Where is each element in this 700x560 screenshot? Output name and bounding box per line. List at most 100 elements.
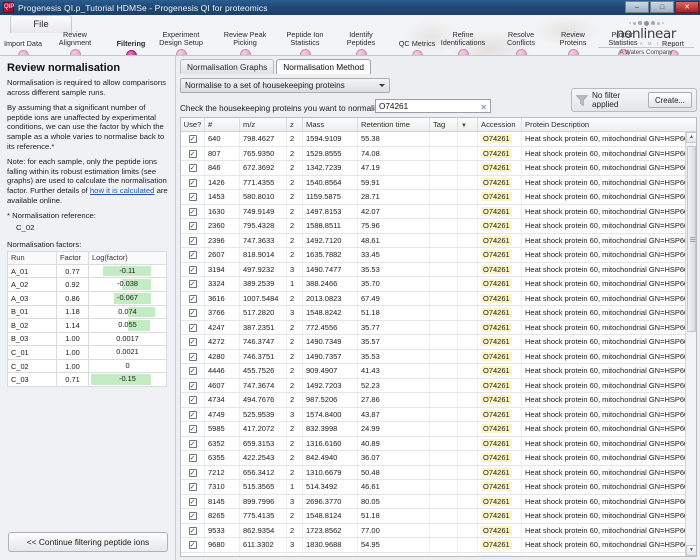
table-row[interactable]: ✓ 3324 389.2539 1 388.2466 35.70 O74261 Heat sh…: [181, 277, 696, 292]
table-row[interactable]: ✓ 8145 899.7996 3 2696.3770 80.05 O74261 Heat s…: [181, 494, 696, 509]
use-checkbox[interactable]: ✓: [181, 538, 205, 552]
checkbox-icon[interactable]: ✓: [188, 236, 197, 245]
table-row[interactable]: ✓ 8265 775.4135 2 1548.8124 51.18 O74261 Heat s…: [181, 509, 696, 524]
factors-row[interactable]: A_02 0.92 -0.038: [7, 277, 167, 292]
checkbox-icon[interactable]: ✓: [188, 251, 197, 259]
checkbox-icon[interactable]: ✓: [188, 280, 197, 288]
checkbox-icon[interactable]: ✓: [188, 338, 197, 346]
table-row[interactable]: ✓ 9850530.629131588.865575.96 O74261 Heat s…: [181, 552, 696, 556]
table-row[interactable]: ✓ 6352 659.3153 2 1316.6160 40.89 O74261 Heat s…: [181, 436, 696, 451]
table-row[interactable]: ✓ 3616 1007.5484 2 2013.0823 67.49 O74261 Heat …: [181, 291, 696, 306]
use-checkbox[interactable]: ✓: [181, 233, 205, 247]
checkbox-icon[interactable]: ✓: [188, 352, 197, 361]
checkbox-icon[interactable]: ✓: [188, 222, 197, 230]
table-row[interactable]: ✓ 7310 515.3565 1 514.3492 46.61 O74261 Heat sh…: [181, 480, 696, 495]
use-checkbox[interactable]: ✓: [181, 523, 205, 537]
table-row[interactable]: ✓ 807 765.9350 2 1529.8555 74.08 O74261 Heat sh…: [181, 146, 696, 161]
checkbox-icon[interactable]: ✓: [188, 323, 197, 332]
continue-filtering-button[interactable]: << Continue filtering peptide ions: [8, 532, 168, 552]
column-header-tag-menu[interactable]: ▼: [458, 118, 478, 131]
use-checkbox[interactable]: ✓: [181, 277, 205, 291]
table-row[interactable]: ✓ 1630 749.9149 2 1497.8153 42.07 O74261 Heat s…: [181, 204, 696, 219]
checkbox-icon[interactable]: ✓: [188, 193, 197, 201]
use-checkbox[interactable]: ✓: [181, 146, 205, 160]
use-checkbox[interactable]: ✓: [181, 132, 205, 146]
use-checkbox[interactable]: ✓: [181, 436, 205, 450]
table-row[interactable]: ✓ 1426 771.4355 2 1540.8564 59.91 O74261 Heat s…: [181, 175, 696, 190]
workflow-step-dot-icon[interactable]: [299, 49, 311, 55]
table-row[interactable]: ✓ 2396 747.3633 2 1492.7120 48.61 O74261 Heat s…: [181, 233, 696, 248]
table-row[interactable]: ✓ 5985 417.2072 2 832.3998 24.99 O74261 Heat sh…: [181, 422, 696, 437]
table-row[interactable]: ✓ 846 672.3692 2 1342.7239 47.19 O74261 Heat sh…: [181, 161, 696, 176]
checkbox-icon[interactable]: ✓: [188, 164, 197, 172]
checkbox-icon[interactable]: ✓: [188, 425, 197, 433]
table-row[interactable]: ✓ 3194 497.9232 3 1490.7477 35.53 O74261 Heat s…: [181, 262, 696, 277]
table-row[interactable]: ✓ 6355 422.2543 2 842.4940 36.07 O74261 Heat sh…: [181, 451, 696, 466]
checkbox-icon[interactable]: ✓: [188, 149, 197, 158]
minimize-button[interactable]: –: [625, 1, 649, 13]
use-checkbox[interactable]: ✓: [181, 378, 205, 392]
factors-row[interactable]: B_01 1.18 0.074: [7, 304, 167, 320]
create-filter-button[interactable]: Create...: [648, 92, 692, 108]
column-header-retention-time[interactable]: Retention time: [358, 118, 430, 131]
checkbox-icon[interactable]: ✓: [188, 468, 197, 477]
scrollbar-thumb[interactable]: [687, 146, 696, 332]
checkbox-icon[interactable]: ✓: [188, 439, 197, 448]
table-row[interactable]: ✓ 4280 746.3751 2 1490.7357 35.53 O74261 Heat s…: [181, 349, 696, 364]
checkbox-icon[interactable]: ✓: [188, 178, 197, 187]
use-checkbox[interactable]: ✓: [181, 219, 205, 233]
table-row[interactable]: ✓ 4749 525.9539 3 1574.8400 43.87 O74261 Heat s…: [181, 407, 696, 422]
use-checkbox[interactable]: ✓: [181, 451, 205, 465]
tab-normalisation-graphs[interactable]: Normalisation Graphs: [180, 59, 275, 74]
workflow-step-dot-icon[interactable]: [567, 49, 579, 55]
use-checkbox[interactable]: ✓: [181, 335, 205, 349]
workflow-step-dot-icon[interactable]: [457, 49, 469, 55]
workflow-step-refine-identifications[interactable]: Refine Identifications: [430, 30, 496, 55]
checkbox-icon[interactable]: ✓: [188, 497, 197, 506]
use-checkbox[interactable]: ✓: [181, 306, 205, 320]
factors-row[interactable]: C_01 1.00 0.0021: [7, 345, 167, 360]
use-checkbox[interactable]: ✓: [181, 509, 205, 523]
table-row[interactable]: ✓ 4272 746.3747 2 1490.7349 35.57 O74261 Heat s…: [181, 335, 696, 350]
scroll-up-icon[interactable]: ▲: [686, 132, 696, 143]
column-header-[interactable]: #: [205, 118, 240, 131]
table-row[interactable]: ✓ 1453 580.8010 2 1159.5875 28.71 O74261 Heat s…: [181, 190, 696, 205]
checkbox-icon[interactable]: ✓: [188, 309, 197, 317]
workflow-step-dot-icon[interactable]: [175, 49, 187, 55]
how-it-is-calculated-link[interactable]: how it is calculated: [90, 186, 155, 195]
factors-column-header[interactable]: Factor: [56, 251, 89, 265]
checkbox-icon[interactable]: ✓: [188, 454, 197, 462]
column-header-accession[interactable]: Accession: [478, 118, 522, 131]
use-checkbox[interactable]: ✓: [181, 364, 205, 378]
table-row[interactable]: ✓ 3766 517.2820 3 1548.8242 51.18 O74261 Heat s…: [181, 306, 696, 321]
column-header-use[interactable]: Use?: [181, 118, 205, 131]
vertical-scrollbar[interactable]: ▲ ▼: [685, 132, 696, 556]
use-checkbox[interactable]: ✓: [181, 262, 205, 276]
table-row[interactable]: ✓ 9533 862.9354 2 1723.8562 77.00 O74261 Heat s…: [181, 523, 696, 538]
checkbox-icon[interactable]: ✓: [188, 265, 197, 274]
use-checkbox[interactable]: ✓: [181, 393, 205, 407]
tab-normalisation-method[interactable]: Normalisation Method: [276, 59, 371, 74]
table-row[interactable]: ✓ 4607 747.3674 2 1492.7203 52.23 O74261 Heat s…: [181, 378, 696, 393]
table-row[interactable]: ✓ 9680 611.3302 3 1830.9688 54.95 O74261 Heat s…: [181, 538, 696, 553]
table-row[interactable]: ✓ 7212 656.3412 2 1310.6679 50.48 O74261 Heat s…: [181, 465, 696, 480]
column-header-protein-description[interactable]: Protein Description: [522, 118, 688, 131]
checkbox-icon[interactable]: ✓: [188, 541, 197, 549]
checkbox-icon[interactable]: ✓: [188, 294, 197, 303]
use-checkbox[interactable]: ✓: [181, 407, 205, 421]
use-checkbox[interactable]: ✓: [181, 465, 205, 479]
column-header-m-z[interactable]: m/z: [240, 118, 287, 131]
workflow-step-dot-icon[interactable]: [69, 49, 81, 55]
workflow-step-dot-icon[interactable]: [355, 49, 367, 55]
use-checkbox[interactable]: ✓: [181, 494, 205, 508]
checkbox-icon[interactable]: ✓: [188, 555, 197, 556]
use-checkbox[interactable]: ✓: [181, 204, 205, 218]
scroll-down-icon[interactable]: ▼: [686, 545, 696, 556]
table-row[interactable]: ✓ 4734 494.7676 2 987.5206 27.86 O74261 Heat sh…: [181, 393, 696, 408]
checkbox-icon[interactable]: ✓: [188, 483, 197, 491]
checkbox-icon[interactable]: ✓: [188, 381, 197, 390]
checkbox-icon[interactable]: ✓: [188, 410, 197, 419]
factors-row[interactable]: B_02 1.14 0.055: [7, 318, 167, 333]
use-checkbox[interactable]: ✓: [181, 248, 205, 262]
use-checkbox[interactable]: ✓: [181, 480, 205, 494]
